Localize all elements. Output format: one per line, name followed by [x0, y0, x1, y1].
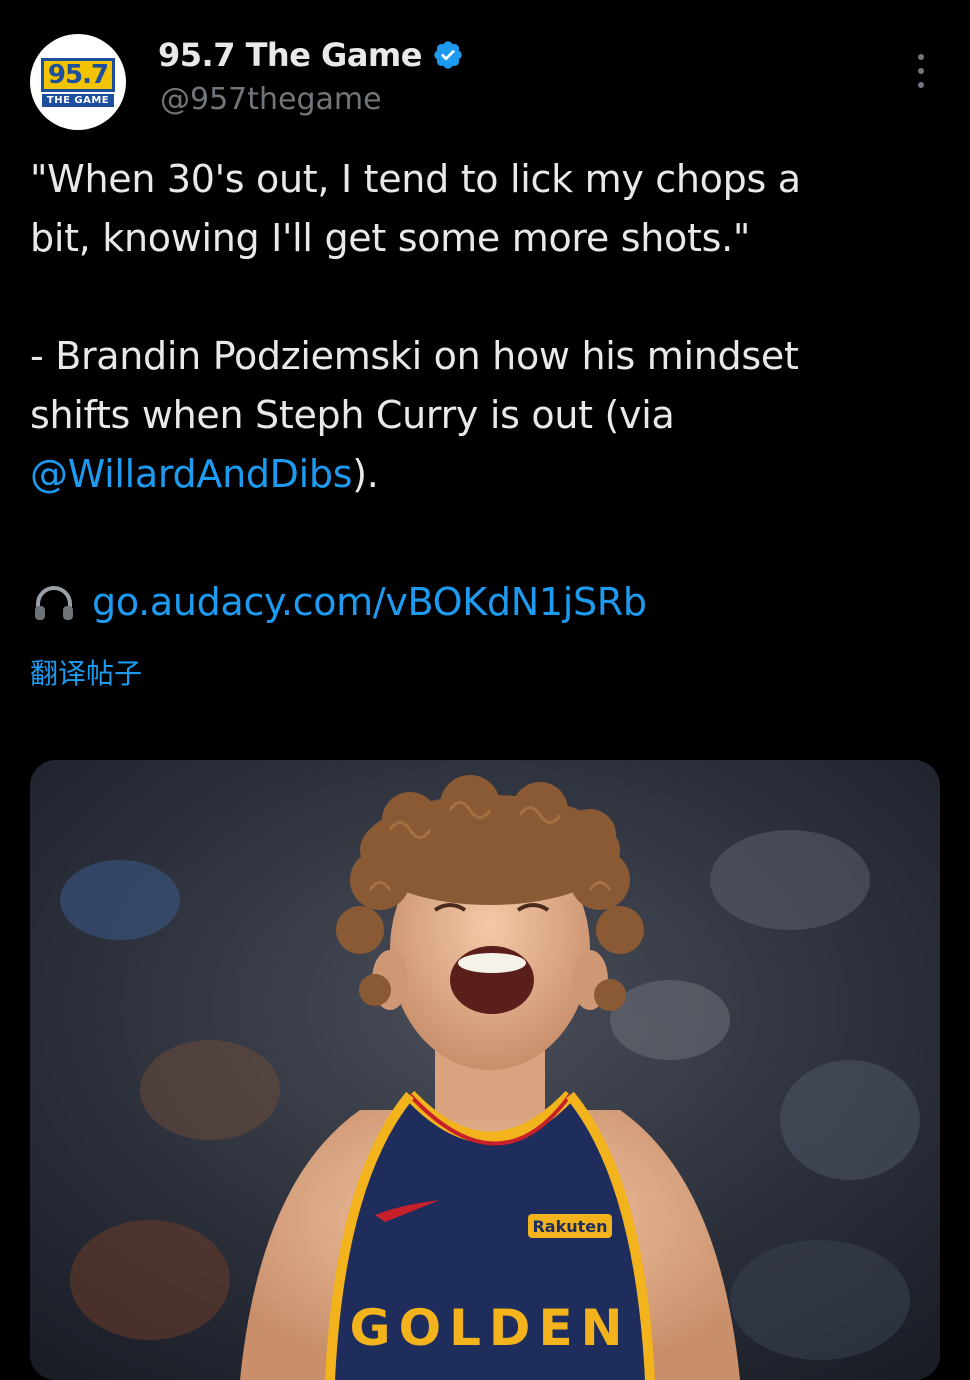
display-name[interactable]: 95.7 The Game	[158, 36, 422, 74]
tweet-photo[interactable]: Rakuten 16 GOLDEN	[30, 760, 940, 1380]
translate-post-link[interactable]: 翻译帖子	[30, 652, 142, 692]
avatar-logo-subtitle: THE GAME	[41, 93, 115, 107]
mention-link[interactable]: @WillardAndDibs	[30, 452, 353, 496]
jersey-number: 16	[581, 1147, 599, 1162]
headphones-icon	[35, 586, 73, 620]
handle[interactable]: @957thegame	[160, 82, 382, 117]
avatar[interactable]: 95.7 THE GAME	[30, 34, 126, 130]
attribution-line-1: - Brandin Podziemski on how his mindset	[30, 334, 799, 378]
avatar-logo-number: 95.7	[40, 57, 116, 92]
attribution-line-2: shifts when Steph Curry is out (via	[30, 393, 675, 437]
jersey-text: GOLDEN	[350, 1299, 631, 1357]
author-name-row: 95.7 The Game	[158, 36, 464, 74]
attribution-line-3: @WillardAndDibs).	[30, 445, 940, 504]
jersey-sponsor: Rakuten	[532, 1217, 607, 1236]
audio-link-row: go.audacy.com/vBOKdN1jSRb	[30, 578, 647, 626]
verified-badge-icon	[434, 41, 462, 69]
quote-line-2: bit, knowing I'll get some more shots."	[30, 216, 751, 260]
audacy-link[interactable]: go.audacy.com/vBOKdN1jSRb	[92, 580, 647, 624]
mention-suffix: ).	[352, 452, 379, 496]
more-options-icon[interactable]	[906, 54, 936, 88]
quote-line-1: "When 30's out, I tend to lick my chops …	[30, 157, 801, 201]
tweet-text: "When 30's out, I tend to lick my chops …	[30, 150, 940, 504]
player-photo: Rakuten 16 GOLDEN	[30, 760, 940, 1380]
